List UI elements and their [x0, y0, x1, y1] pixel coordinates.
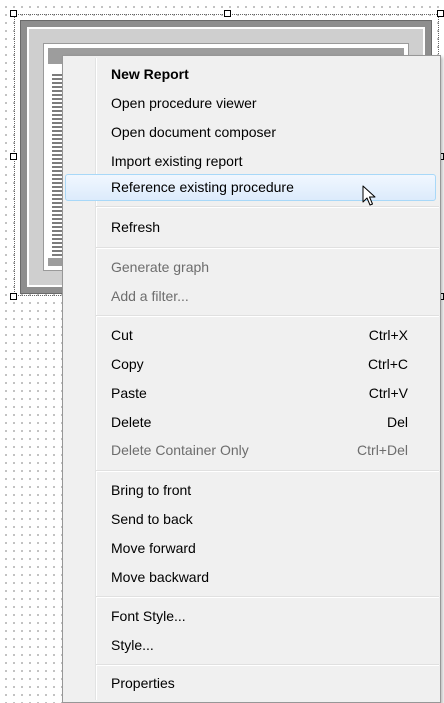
- menu-item-label: Delete Container Only: [111, 442, 249, 458]
- menu-item-label: Move backward: [111, 569, 210, 585]
- menu-item-label: Import existing report: [111, 153, 243, 169]
- menu-item-label: Refresh: [111, 219, 161, 235]
- menu-item-label: Font Style...: [111, 608, 186, 624]
- menu-item-label: Delete: [111, 414, 152, 430]
- menu-item-font-style[interactable]: Font Style...: [65, 603, 436, 630]
- menu-item-properties[interactable]: Properties: [65, 670, 436, 697]
- menu-item-move-backward[interactable]: Move backward: [65, 564, 436, 591]
- context-menu: New Report Open procedure viewer Open do…: [62, 55, 441, 703]
- menu-separator: [96, 596, 439, 598]
- menu-separator: [96, 206, 439, 208]
- menu-item-style[interactable]: Style...: [65, 632, 436, 659]
- menu-item-label: New Report: [111, 66, 189, 82]
- menu-item-open-procedure-viewer[interactable]: Open procedure viewer: [65, 90, 436, 117]
- menu-item-label: Cut: [111, 327, 133, 343]
- resize-handle-bottom-left[interactable]: [10, 293, 17, 300]
- menu-item-shortcut: Del: [386, 414, 408, 430]
- menu-item-label: Generate graph: [111, 259, 210, 275]
- menu-item-delete-container-only: Delete Container Only Ctrl+Del: [65, 437, 436, 464]
- menu-item-add-a-filter: Add a filter...: [65, 283, 436, 310]
- resize-handle-top-center[interactable]: [224, 10, 231, 17]
- menu-item-new-report[interactable]: New Report: [65, 61, 436, 88]
- menu-item-label: Bring to front: [111, 482, 192, 498]
- menu-item-label: Reference existing procedure: [111, 179, 294, 195]
- menu-item-open-document-composer[interactable]: Open document composer: [65, 119, 436, 146]
- menu-separator: [96, 247, 439, 249]
- menu-item-label: Move forward: [111, 540, 196, 556]
- menu-item-label: Copy: [111, 356, 144, 372]
- menu-item-move-forward[interactable]: Move forward: [65, 535, 436, 562]
- menu-item-shortcut: Ctrl+C: [367, 356, 408, 372]
- menu-item-label: Send to back: [111, 511, 193, 527]
- menu-item-import-existing-report[interactable]: Import existing report: [65, 148, 436, 175]
- menu-item-delete[interactable]: Delete Del: [65, 409, 436, 436]
- menu-separator: [96, 664, 439, 666]
- menu-item-shortcut: Ctrl+X: [368, 327, 408, 343]
- menu-item-label: Properties: [111, 675, 175, 691]
- menu-item-shortcut: Ctrl+V: [368, 385, 408, 401]
- menu-item-copy[interactable]: Copy Ctrl+C: [65, 351, 436, 378]
- menu-item-cut[interactable]: Cut Ctrl+X: [65, 322, 436, 349]
- menu-item-label: Style...: [111, 637, 154, 653]
- resize-handle-top-right[interactable]: [437, 10, 444, 17]
- menu-item-generate-graph: Generate graph: [65, 254, 436, 281]
- menu-item-label: Add a filter...: [111, 288, 189, 304]
- menu-item-shortcut: Ctrl+Del: [357, 442, 408, 458]
- menu-item-refresh[interactable]: Refresh: [65, 214, 436, 241]
- menu-item-reference-existing-procedure[interactable]: Reference existing procedure: [65, 174, 436, 201]
- menu-separator: [96, 315, 439, 317]
- menu-item-label: Paste: [111, 385, 147, 401]
- menu-separator: [96, 470, 439, 472]
- menu-item-bring-to-front[interactable]: Bring to front: [65, 477, 436, 504]
- menu-item-paste[interactable]: Paste Ctrl+V: [65, 380, 436, 407]
- resize-handle-middle-left[interactable]: [10, 153, 17, 160]
- menu-item-label: Open procedure viewer: [111, 95, 257, 111]
- menu-item-label: Open document composer: [111, 124, 276, 140]
- mouse-pointer-icon: [362, 185, 376, 206]
- menu-item-send-to-back[interactable]: Send to back: [65, 506, 436, 533]
- resize-handle-top-left[interactable]: [10, 10, 17, 17]
